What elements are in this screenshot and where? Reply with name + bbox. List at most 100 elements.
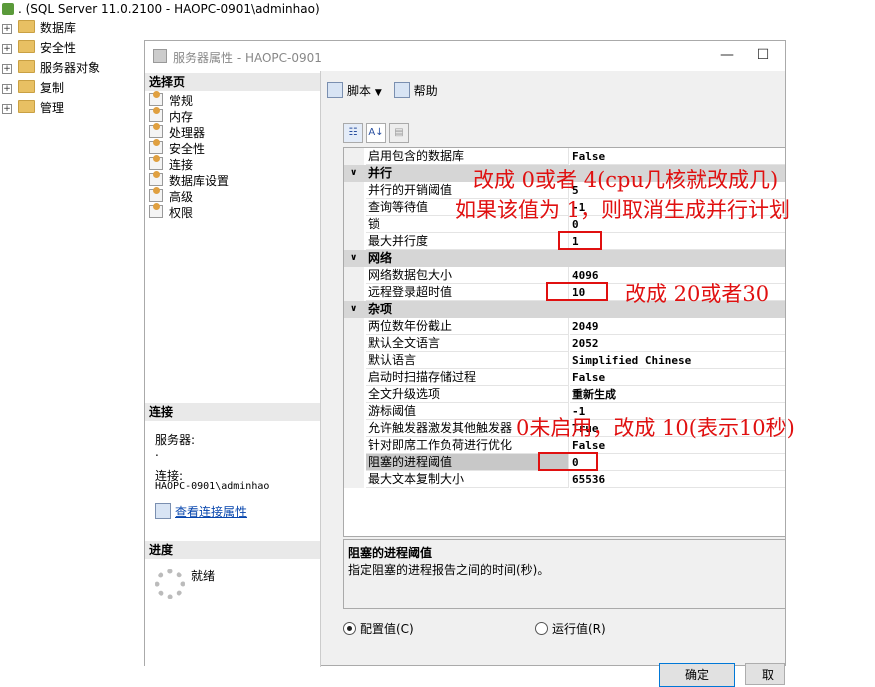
annotation-2: 如果该值为 1，则取消生成并行计划 — [455, 198, 791, 222]
property-row[interactable]: 默认全文语言 2052 — [344, 335, 785, 352]
property-value[interactable]: 重新生成 — [570, 386, 785, 403]
collapse-icon[interactable]: ∨ — [350, 165, 357, 182]
server-value: . — [155, 445, 159, 459]
page-icon — [149, 139, 163, 154]
help-button[interactable]: 帮助 — [393, 81, 438, 101]
dialog-titlebar: 服务器属性 - HAOPC-0901 — ☐ — [145, 41, 785, 71]
property-value[interactable]: False — [570, 369, 785, 386]
script-icon — [327, 82, 343, 98]
highlight-max-dop — [558, 231, 602, 250]
radio-icon[interactable] — [535, 622, 548, 635]
property-row[interactable]: 启用包含的数据库 False — [344, 148, 785, 165]
expand-icon[interactable]: + — [2, 104, 12, 114]
chevron-down-icon[interactable]: ▼ — [375, 88, 382, 98]
dialog-icon — [153, 49, 167, 63]
property-value[interactable]: 2049 — [570, 318, 785, 335]
script-button[interactable]: 脚本 ▼ — [327, 81, 382, 103]
dialog-title: 服务器属性 - HAOPC-0901 — [173, 51, 322, 65]
page-database-settings[interactable]: 数据库设置 — [149, 171, 230, 189]
page-icon — [149, 187, 163, 202]
property-value[interactable]: False — [570, 148, 785, 165]
property-row[interactable]: 全文升级选项 重新生成 — [344, 386, 785, 403]
page-icon — [149, 91, 163, 106]
property-name: 启用包含的数据库 — [366, 148, 569, 165]
property-value[interactable]: 65536 — [570, 471, 785, 488]
tree-item-label: 数据库 — [40, 21, 77, 35]
page-icon — [149, 155, 163, 170]
property-pages-icon[interactable]: ▤ — [389, 123, 409, 143]
page-label: 权限 — [169, 206, 194, 220]
running-value-radio[interactable]: 运行值(R) — [535, 619, 606, 639]
collapse-icon[interactable]: ∨ — [350, 301, 357, 318]
view-connection-link[interactable]: 查看连接属性 — [175, 505, 247, 519]
script-label: 脚本 — [347, 84, 372, 98]
description-title: 阻塞的进程阈值 — [348, 546, 433, 560]
property-row[interactable]: 最大文本复制大小 65536 — [344, 471, 785, 488]
expand-icon[interactable]: + — [2, 44, 12, 54]
connection-header: 连接 — [145, 403, 320, 421]
property-name: 网络数据包大小 — [366, 267, 569, 284]
page-label: 内存 — [169, 110, 194, 124]
category-network[interactable]: ∨ 网络 — [344, 250, 785, 267]
folder-icon — [18, 100, 35, 113]
radio-label: 配置值(C) — [360, 622, 414, 636]
tree-item-security[interactable]: + 安全性 — [0, 38, 76, 58]
tree-item-replication[interactable]: + 复制 — [0, 78, 64, 98]
property-row[interactable]: 启动时扫描存储过程 False — [344, 369, 785, 386]
page-permissions[interactable]: 权限 — [149, 203, 194, 221]
property-value[interactable]: 0 — [570, 454, 785, 471]
category-label: 并行 — [368, 166, 393, 180]
highlight-remote-timeout — [546, 282, 608, 301]
radio-selected-icon[interactable] — [343, 622, 356, 635]
progress-status: 就绪 — [191, 569, 216, 583]
tree-item-databases[interactable]: + 数据库 — [0, 18, 76, 38]
cancel-button[interactable]: 取消 — [745, 663, 785, 685]
progress-header: 进度 — [145, 541, 320, 559]
page-label: 常规 — [169, 94, 194, 108]
tree-item-management[interactable]: + 管理 — [0, 98, 64, 118]
expand-icon[interactable]: + — [2, 64, 12, 74]
property-row[interactable]: 两位数年份截止 2049 — [344, 318, 785, 335]
annotation-1: 改成 0或者 4(cpu几核就改成几) — [473, 168, 779, 192]
server-label: 服务器: — [155, 433, 196, 447]
alphabetical-sort-icon[interactable]: A↓ — [366, 123, 386, 143]
connection-properties-icon — [155, 503, 171, 519]
annotation-3: 改成 20或者30 — [625, 282, 770, 306]
property-name: 默认语言 — [366, 352, 569, 369]
property-name: 最大文本复制大小 — [366, 471, 569, 488]
server-title: . (SQL Server 11.0.2100 - HAOPC-0901\adm… — [18, 2, 320, 16]
property-value[interactable]: 2052 — [570, 335, 785, 352]
category-label: 杂项 — [368, 302, 393, 316]
tree-item-label: 服务器对象 — [40, 61, 101, 75]
configured-value-radio[interactable]: 配置值(C) — [343, 619, 414, 639]
expand-icon[interactable]: + — [2, 84, 12, 94]
description-panel: 阻塞的进程阈值 指定阻塞的进程报告之间的时间(秒)。 — [343, 539, 786, 609]
server-node[interactable]: . (SQL Server 11.0.2100 - HAOPC-0901\adm… — [0, 0, 320, 18]
connection-value: HAOPC-0901\adminhao — [155, 481, 270, 492]
tree-item-label: 复制 — [40, 81, 65, 95]
ok-button[interactable]: 确定 — [659, 663, 735, 687]
property-name: 远程登录超时值 — [366, 284, 569, 301]
folder-icon — [18, 40, 35, 53]
server-icon — [2, 3, 14, 15]
folder-icon — [18, 60, 35, 73]
collapse-icon[interactable]: ∨ — [350, 250, 357, 267]
property-value[interactable]: 1 — [570, 233, 785, 250]
tree-item-label: 安全性 — [40, 41, 77, 55]
categorized-icon[interactable]: ☷ — [343, 123, 363, 143]
tree-item-server-objects[interactable]: + 服务器对象 — [0, 58, 100, 78]
minimize-button[interactable]: — — [715, 45, 739, 65]
expand-icon[interactable]: + — [2, 24, 12, 34]
dialog-toolbar: 脚本 ▼ 帮助 — [327, 81, 446, 101]
property-row[interactable]: 默认语言 Simplified Chinese — [344, 352, 785, 369]
property-name: 两位数年份截止 — [366, 318, 569, 335]
annotation-4: 0未启用，改成 10(表示10秒) — [516, 416, 795, 440]
maximize-button[interactable]: ☐ — [751, 45, 775, 65]
page-label: 数据库设置 — [169, 174, 230, 188]
property-name: 最大并行度 — [366, 233, 569, 250]
left-pane: 选择页 常规 内存 处理器 安全性 连接 数据库设置 高级 权限 连接 服务器:… — [145, 71, 321, 667]
category-label: 网络 — [368, 251, 393, 265]
page-icon — [149, 123, 163, 138]
property-value[interactable]: Simplified Chinese — [570, 352, 785, 369]
view-connection-properties[interactable]: 查看连接属性 — [155, 503, 247, 520]
